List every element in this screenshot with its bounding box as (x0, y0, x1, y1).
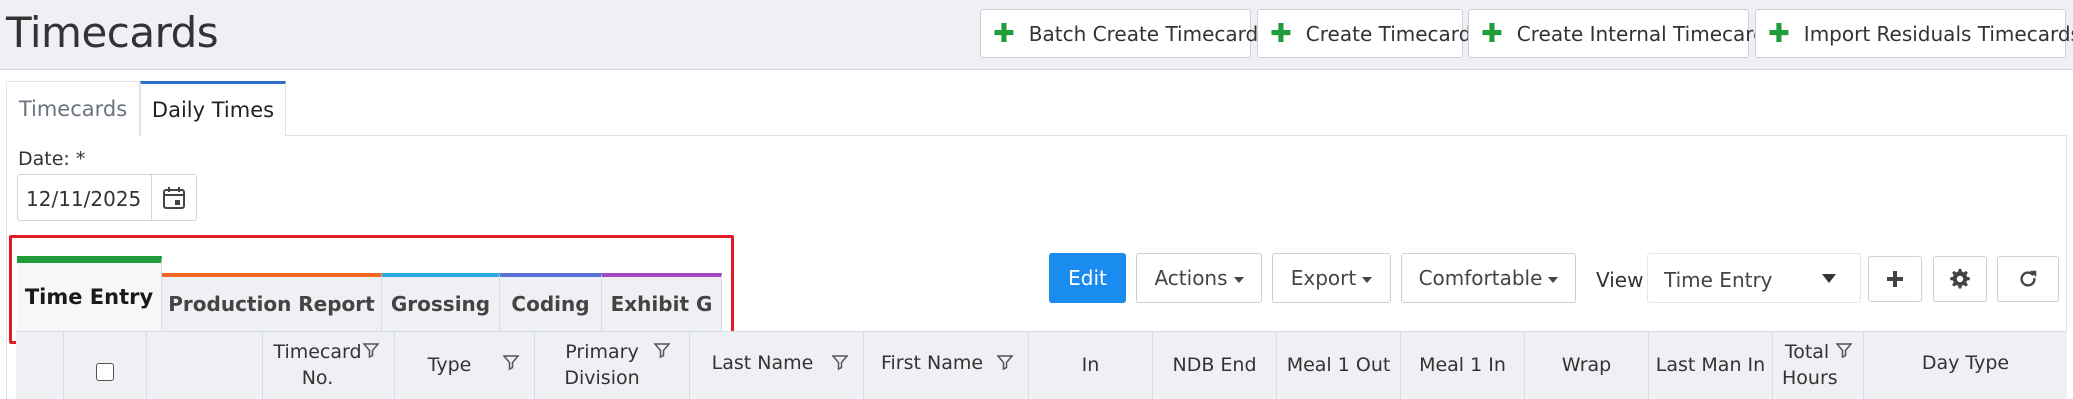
column-first-name[interactable]: First Name (864, 331, 1029, 399)
section-tab-grossing[interactable]: Grossing (382, 273, 500, 331)
calendar-button[interactable] (151, 175, 196, 220)
section-tab-label: Time Entry (24, 285, 154, 309)
import-residuals-timecards-button[interactable]: ✚ Import Residuals Timecards (1755, 9, 2073, 58)
column-label: Day Type (1921, 352, 2010, 374)
page-header: Timecards ✚ Batch Create Timecards ✚ Cre… (0, 0, 2073, 70)
section-tab-label: Coding (511, 292, 590, 316)
section-tab-label: Exhibit G (610, 292, 713, 316)
column-label: Meal 1 Out (1286, 354, 1391, 376)
column-ndb-end[interactable]: NDB End (1153, 331, 1277, 399)
column-label: Wrap (1561, 354, 1612, 376)
filter-icon[interactable] (831, 353, 849, 371)
create-timecard-button[interactable]: ✚ Create Timecard (1257, 9, 1471, 58)
calendar-icon (163, 186, 185, 209)
row-handle-column (16, 331, 64, 399)
button-label: Actions (1154, 266, 1228, 290)
column-label: First Name (880, 352, 984, 374)
gear-icon (1950, 268, 1970, 289)
section-tab-coding[interactable]: Coding (500, 273, 602, 331)
tab-label: Timecards (18, 97, 128, 121)
button-label: Comfortable (1418, 266, 1543, 290)
plus-icon: ✚ (1481, 18, 1503, 49)
tab-label: Daily Times (151, 98, 275, 122)
select-all-column (64, 331, 147, 399)
column-type[interactable]: Type (395, 331, 535, 399)
section-tab-label: Grossing (390, 292, 491, 316)
export-dropdown[interactable]: Export (1272, 253, 1391, 303)
section-tab-label: Production Report (168, 292, 375, 316)
caret-down-icon (1548, 276, 1559, 283)
refresh-button[interactable] (1997, 256, 2059, 302)
button-label: Import Residuals Timecards (1803, 21, 2073, 46)
tab-timecards[interactable]: Timecards (6, 81, 140, 136)
edit-button[interactable]: Edit (1049, 253, 1126, 303)
section-tab-production-report[interactable]: Production Report (162, 273, 382, 331)
density-dropdown[interactable]: Comfortable (1401, 253, 1576, 303)
create-internal-timecard-button[interactable]: ✚ Create Internal Timecard (1468, 9, 1766, 58)
add-view-button[interactable] (1868, 256, 1922, 302)
column-label: Timecard No. (273, 341, 362, 389)
column-label: Last Name (711, 352, 814, 374)
filter-icon[interactable] (362, 341, 380, 359)
column-last-name[interactable]: Last Name (690, 331, 864, 399)
view-select-value: Time Entry (1664, 268, 1773, 292)
filter-icon[interactable] (653, 341, 671, 359)
plus-icon (1887, 271, 1903, 287)
column-label: In (1081, 354, 1100, 376)
page-title: Timecards (6, 8, 219, 57)
button-label: Create Internal Timecard (1516, 21, 1766, 46)
button-label: Create Timecard (1305, 21, 1472, 46)
date-label: Date: * (18, 148, 86, 170)
section-tab-exhibit-g[interactable]: Exhibit G (602, 273, 722, 331)
date-field (17, 174, 197, 221)
view-select[interactable]: Time Entry (1647, 253, 1861, 303)
caret-down-icon (1822, 274, 1836, 283)
select-all-checkbox[interactable] (96, 363, 114, 381)
tab-bar: Timecards Daily Times (6, 81, 2067, 137)
column-label: Last Man In (1655, 354, 1766, 376)
filter-icon[interactable] (1835, 341, 1853, 359)
column-label: Total Hours (1782, 341, 1838, 389)
column-total-hours[interactable]: Total Hours (1773, 331, 1864, 399)
button-label: Batch Create Timecards (1028, 21, 1269, 46)
column-timecard-no[interactable]: Timecard No. (263, 331, 395, 399)
view-label: View (1596, 268, 1644, 292)
filter-icon[interactable] (996, 353, 1014, 371)
plus-icon: ✚ (1768, 18, 1790, 49)
column-last-man-in[interactable]: Last Man In (1649, 331, 1773, 399)
plus-icon: ✚ (1270, 18, 1292, 49)
column-in[interactable]: In (1029, 331, 1153, 399)
section-tab-time-entry[interactable]: Time Entry (17, 256, 162, 331)
column-label: Meal 1 In (1419, 354, 1506, 376)
actions-column (147, 331, 263, 399)
column-primary-division[interactable]: Primary Division (535, 331, 690, 399)
actions-dropdown[interactable]: Actions (1136, 253, 1262, 303)
tab-daily-times[interactable]: Daily Times (140, 81, 286, 137)
batch-create-timecards-button[interactable]: ✚ Batch Create Timecards (980, 9, 1269, 58)
column-day-type[interactable]: Day Type (1864, 331, 2067, 399)
caret-down-icon (1233, 276, 1244, 283)
date-input[interactable] (26, 187, 156, 211)
column-meal-1-out[interactable]: Meal 1 Out (1277, 331, 1401, 399)
column-label: NDB End (1172, 354, 1257, 376)
refresh-icon (2020, 270, 2037, 287)
column-label: Primary Division (564, 341, 640, 389)
button-label: Edit (1068, 266, 1107, 290)
filter-icon[interactable] (502, 353, 520, 371)
plus-icon: ✚ (993, 18, 1015, 49)
column-wrap[interactable]: Wrap (1525, 331, 1649, 399)
column-meal-1-in[interactable]: Meal 1 In (1401, 331, 1525, 399)
caret-down-icon (1362, 276, 1373, 283)
column-label: Type (427, 354, 472, 376)
button-label: Export (1290, 266, 1357, 290)
settings-button[interactable] (1933, 256, 1987, 302)
